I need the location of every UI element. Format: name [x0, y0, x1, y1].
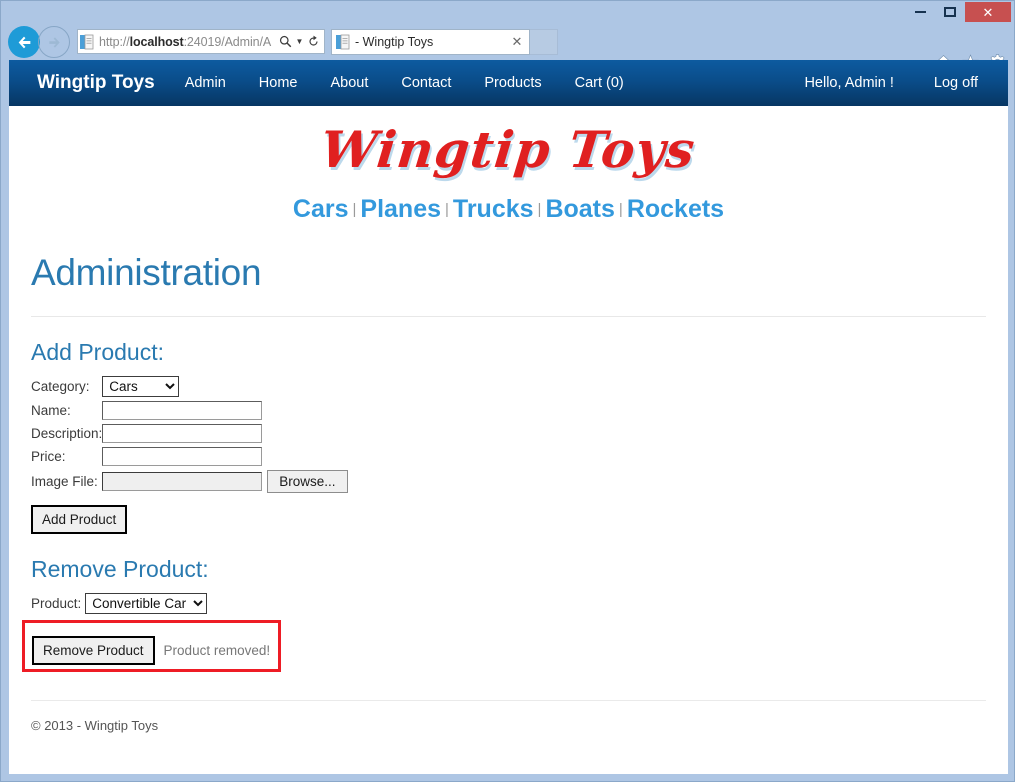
category-link-trucks[interactable]: Trucks: [453, 195, 534, 223]
close-window-button[interactable]: ✕: [965, 2, 1011, 22]
page-icon: [336, 34, 350, 50]
page-title: Administration: [31, 252, 262, 293]
footer-text: © 2013 - Wingtip Toys: [31, 718, 159, 733]
description-cell: [102, 424, 347, 447]
category-links: Cars | Planes | Trucks | Boats | Rockets: [9, 195, 1008, 224]
arrow-left-icon: [18, 36, 30, 48]
category-label: Category:: [31, 379, 90, 394]
tab-close-icon[interactable]: ✕: [509, 34, 525, 50]
browser-window: ✕ http://localhost:24019/Admin/A ▼ - Win…: [0, 0, 1015, 782]
form-row-price: Price:: [31, 447, 348, 470]
add-product-heading: Add Product:: [31, 339, 164, 365]
maximize-button[interactable]: [935, 2, 965, 22]
image-file-label: Image File:: [31, 474, 98, 489]
nav-link-admin[interactable]: Admin: [185, 75, 226, 91]
site-nav-links: Admin Home About Contact Products Cart (…: [185, 75, 624, 91]
name-cell: [102, 401, 347, 424]
add-product-button[interactable]: Add Product: [31, 505, 128, 534]
category-separator: |: [537, 201, 542, 218]
nav-link-home[interactable]: Home: [259, 75, 298, 91]
form-row-image: Image File: Browse...: [31, 470, 348, 497]
back-button[interactable]: [8, 26, 40, 58]
nav-link-cart[interactable]: Cart (0): [575, 75, 624, 91]
tab-strip: - Wingtip Toys ✕: [331, 29, 558, 55]
site-navigation-bar: Wingtip Toys Admin Home About Contact Pr…: [9, 60, 1008, 106]
user-greeting[interactable]: Hello, Admin !: [804, 75, 893, 91]
address-bar[interactable]: http://localhost:24019/Admin/A ▼: [77, 29, 325, 54]
category-separator: |: [352, 201, 357, 218]
category-cell: Cars: [102, 376, 347, 401]
category-separator: |: [618, 201, 623, 218]
remove-product-row: Product: Convertible Car: [31, 593, 986, 614]
site-logo-area: Wingtip Toys: [9, 106, 1008, 179]
tab-wingtip-toys[interactable]: - Wingtip Toys ✕: [331, 29, 530, 55]
image-file-cell: Browse...: [102, 470, 348, 497]
form-row-category: Category: Cars: [31, 376, 348, 401]
maximize-icon: [944, 7, 956, 17]
search-icon[interactable]: [277, 35, 294, 48]
title-bar: ✕: [1, 1, 1014, 23]
add-product-form: Category: Cars Name: Description: Price:…: [31, 376, 348, 497]
browser-toolbar: http://localhost:24019/Admin/A ▼ - Wingt…: [1, 23, 1014, 70]
minimize-button[interactable]: [905, 2, 935, 22]
category-link-rockets[interactable]: Rockets: [627, 195, 724, 223]
chevron-down-icon[interactable]: ▼: [294, 37, 305, 46]
product-label: Product:: [31, 596, 82, 611]
browse-button[interactable]: Browse...: [267, 470, 348, 493]
remove-product-button[interactable]: Remove Product: [32, 636, 155, 665]
category-link-planes[interactable]: Planes: [360, 195, 441, 223]
nav-link-contact[interactable]: Contact: [401, 75, 451, 91]
product-select[interactable]: Convertible Car: [85, 593, 208, 614]
title-divider: [31, 316, 986, 317]
remove-product-highlight: Remove Product Product removed!: [22, 620, 282, 672]
forward-button[interactable]: [38, 26, 70, 58]
site-nav-user-area: Hello, Admin ! Log off: [804, 75, 978, 91]
remove-product-heading: Remove Product:: [31, 556, 209, 582]
status-message: Product removed!: [163, 643, 271, 658]
form-row-name: Name:: [31, 401, 348, 424]
page-viewport: Wingtip Toys Admin Home About Contact Pr…: [9, 60, 1008, 774]
category-link-cars[interactable]: Cars: [293, 195, 349, 223]
site-brand[interactable]: Wingtip Toys: [37, 72, 155, 94]
tab-title: - Wingtip Toys: [355, 35, 434, 49]
new-tab-button[interactable]: [530, 29, 558, 55]
page-icon: [80, 34, 94, 49]
description-input[interactable]: [102, 424, 263, 443]
price-label: Price:: [31, 449, 66, 464]
arrow-right-icon: [48, 36, 60, 48]
url-text: http://localhost:24019/Admin/A: [99, 34, 272, 49]
nav-link-products[interactable]: Products: [484, 75, 541, 91]
name-input[interactable]: [102, 401, 263, 420]
category-link-boats[interactable]: Boats: [545, 195, 614, 223]
minimize-icon: [914, 11, 926, 13]
remove-action-row: Remove Product Product removed!: [32, 636, 270, 665]
category-select[interactable]: Cars: [102, 376, 180, 397]
nav-link-about[interactable]: About: [330, 75, 368, 91]
category-separator: |: [445, 201, 449, 218]
price-cell: [102, 447, 347, 470]
form-row-description: Description:: [31, 424, 348, 447]
file-input-group: Browse...: [102, 470, 348, 493]
footer-divider: [31, 700, 986, 701]
site-logo: Wingtip Toys: [318, 120, 699, 179]
name-label: Name:: [31, 403, 71, 418]
image-file-input[interactable]: [102, 472, 263, 491]
description-label: Description:: [31, 426, 103, 441]
main-content: Administration Add Product: Category: Ca…: [9, 252, 1008, 733]
price-input[interactable]: [102, 447, 263, 466]
logoff-link[interactable]: Log off: [934, 75, 978, 91]
window-controls: ✕: [905, 2, 1011, 22]
refresh-icon[interactable]: [305, 35, 322, 48]
